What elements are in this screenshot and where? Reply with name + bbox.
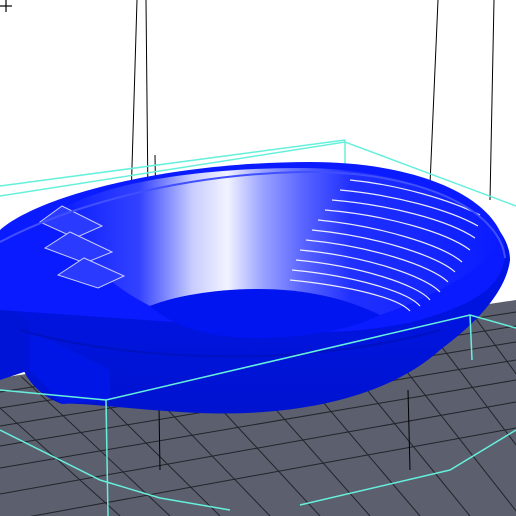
crosshair-icon	[0, 0, 12, 12]
scene	[0, 0, 516, 516]
3d-viewport[interactable]	[0, 0, 516, 516]
